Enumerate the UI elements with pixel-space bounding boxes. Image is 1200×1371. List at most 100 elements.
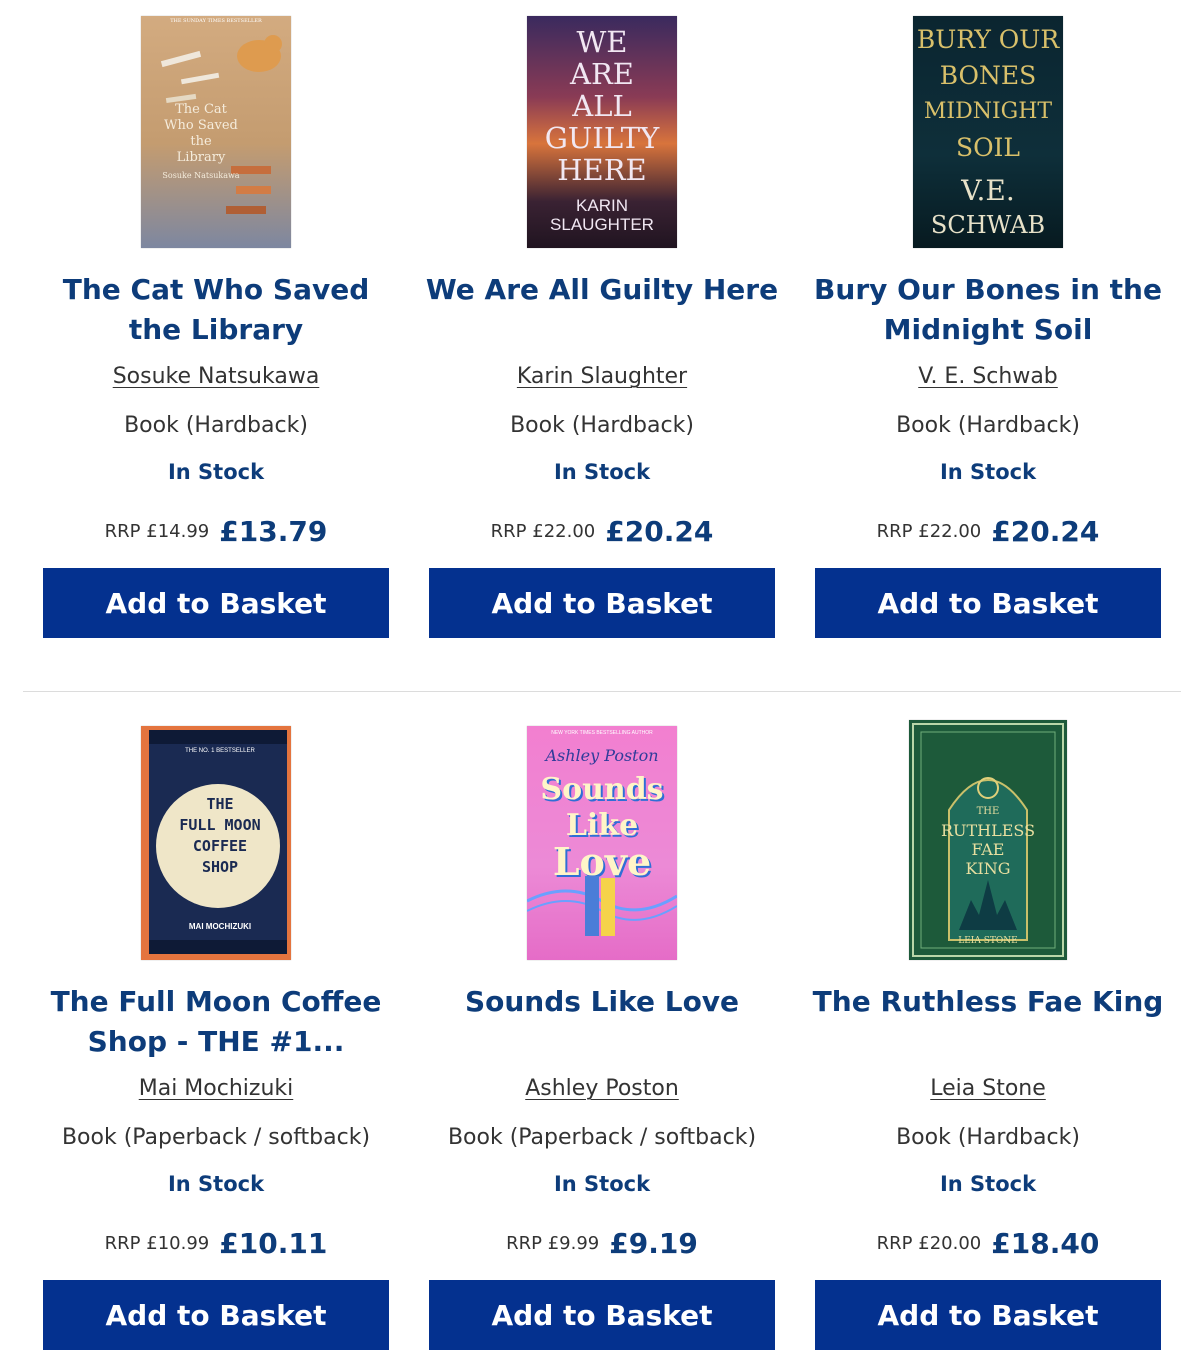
rrp-price: RRP £20.00	[876, 1233, 982, 1254]
product-format: Book (Paperback / softback)	[61, 1125, 371, 1150]
row-divider	[23, 691, 1181, 692]
cover-author-line: KARIN	[576, 196, 628, 215]
cover-title-line: the	[190, 134, 212, 149]
cover-title-line: BONES	[939, 61, 1037, 90]
product-format: Book (Hardback)	[896, 1125, 1080, 1150]
add-to-basket-button[interactable]: Add to Basket	[43, 568, 389, 638]
product-title[interactable]: The Cat Who Saved the Library	[33, 270, 399, 350]
book-cover-image[interactable]: NEW YORK TIMES BESTSELLING AUTHOR Ashley…	[527, 726, 677, 960]
product-format: Book (Paperback / softback)	[447, 1125, 757, 1150]
cover-title-line: THE	[206, 795, 234, 813]
author-link[interactable]: Ashley Poston	[525, 1076, 679, 1101]
author-link[interactable]: Karin Slaughter	[517, 364, 687, 389]
cover-title-line: KING	[965, 859, 1011, 878]
rrp-price: RRP £22.00	[876, 521, 982, 542]
stock-status: In Stock	[553, 460, 651, 484]
product-card: WE ARE ALL GUILTY HERE KARIN SLAUGHTER W…	[409, 0, 795, 650]
rrp-price: RRP £9.99	[506, 1233, 600, 1254]
book-cover-image[interactable]: THE SUNDAY TIMES BESTSELLER The Cat Who …	[141, 16, 291, 248]
cover-title-line: SOIL	[955, 133, 1021, 162]
cover-title-line: HERE	[557, 153, 647, 187]
price-block: RRP £9.99 £9.19	[409, 1227, 795, 1260]
cover-title-line: Library	[176, 150, 226, 165]
product-row: THE NO. 1 BESTSELLER THE FULL MOON COFFE…	[23, 712, 1181, 1362]
product-author: Mai Mochizuki	[23, 1076, 409, 1101]
product-title[interactable]: We Are All Guilty Here	[419, 270, 785, 310]
cover-title-line: BURY OUR	[916, 25, 1060, 54]
price-block: RRP £22.00 £20.24	[409, 515, 795, 548]
add-to-basket-button[interactable]: Add to Basket	[429, 568, 775, 638]
price-block: RRP £14.99 £13.79	[23, 515, 409, 548]
add-to-basket-button[interactable]: Add to Basket	[429, 1280, 775, 1350]
add-to-basket-button[interactable]: Add to Basket	[43, 1280, 389, 1350]
cover-author: Sosuke Natsukawa	[162, 171, 240, 180]
add-to-basket-button[interactable]: Add to Basket	[815, 568, 1161, 638]
book-cover-image[interactable]: THE NO. 1 BESTSELLER THE FULL MOON COFFE…	[141, 726, 291, 960]
cover-title-line: The Cat	[175, 102, 227, 117]
stock-status: In Stock	[939, 1172, 1037, 1196]
product-author: V. E. Schwab	[795, 364, 1181, 389]
product-author: Karin Slaughter	[409, 364, 795, 389]
cover-title-line: Who Saved	[164, 118, 238, 133]
price-block: RRP £20.00 £18.40	[795, 1227, 1181, 1260]
cover-author-line: SLAUGHTER	[550, 215, 654, 234]
cover-tagline: THE SUNDAY TIMES BESTSELLER	[170, 18, 262, 24]
sale-price: £20.24	[991, 515, 1100, 548]
book-cover-image[interactable]: BURY OUR BONES MIDNIGHT SOIL V.E. SCHWAB	[913, 16, 1063, 248]
product-title[interactable]: The Ruthless Fae King	[805, 982, 1171, 1022]
add-to-basket-button[interactable]: Add to Basket	[815, 1280, 1161, 1350]
product-title[interactable]: The Full Moon Coffee Shop - THE #1...	[33, 982, 399, 1062]
product-format: Book (Hardback)	[896, 413, 1080, 438]
price-block: RRP £22.00 £20.24	[795, 515, 1181, 548]
cover-author-line: V.E.	[961, 174, 1015, 207]
sale-price: £18.40	[991, 1227, 1100, 1260]
product-row: THE SUNDAY TIMES BESTSELLER The Cat Who …	[23, 0, 1181, 670]
author-link[interactable]: Sosuke Natsukawa	[113, 364, 320, 389]
rrp-price: RRP £14.99	[104, 521, 210, 542]
product-card: NEW YORK TIMES BESTSELLING AUTHOR Ashley…	[409, 712, 795, 1362]
sale-price: £9.19	[609, 1227, 698, 1260]
book-cover-image[interactable]: WE ARE ALL GUILTY HERE KARIN SLAUGHTER	[527, 16, 677, 248]
cover-title-line: FULL MOON	[179, 816, 261, 834]
author-link[interactable]: Mai Mochizuki	[139, 1076, 294, 1101]
product-author: Sosuke Natsukawa	[23, 364, 409, 389]
author-link[interactable]: V. E. Schwab	[918, 364, 1058, 389]
cover-illustration	[527, 876, 677, 936]
product-title[interactable]: Sounds Like Love	[419, 982, 785, 1022]
product-card: THE NO. 1 BESTSELLER THE FULL MOON COFFE…	[23, 712, 409, 1362]
cover-tagline: THE NO. 1 BESTSELLER	[185, 748, 255, 754]
book-cover-image[interactable]: THE RUTHLESS FAE KING LEIA STONE	[909, 720, 1067, 960]
cover-title-line: COFFEE	[192, 837, 248, 855]
cover-title-line: SHOP	[201, 858, 239, 876]
cover-title-line: MIDNIGHT	[923, 99, 1053, 124]
product-card: THE SUNDAY TIMES BESTSELLER The Cat Who …	[23, 0, 409, 650]
cover-title-line: GUILTY	[544, 121, 660, 155]
product-card: THE RUTHLESS FAE KING LEIA STONE The Rut…	[795, 712, 1181, 1362]
cover-title-line: ALL	[572, 89, 632, 123]
cover-title-line: FAE	[971, 840, 1005, 859]
sale-price: £13.79	[219, 515, 328, 548]
price-block: RRP £10.99 £10.11	[23, 1227, 409, 1260]
product-format: Book (Hardback)	[510, 413, 694, 438]
cover-author: LEIA STONE	[958, 936, 1018, 946]
stock-status: In Stock	[553, 1172, 651, 1196]
cover-author: MAI MOCHIZUKI	[188, 922, 252, 931]
rrp-price: RRP £10.99	[104, 1233, 210, 1254]
cover-title-line: RUTHLESS	[940, 821, 1036, 840]
sale-price: £10.11	[219, 1227, 328, 1260]
product-author: Leia Stone	[795, 1076, 1181, 1101]
cover-author-line: SCHWAB	[930, 211, 1046, 239]
product-author: Ashley Poston	[409, 1076, 795, 1101]
stock-status: In Stock	[167, 460, 265, 484]
sale-price: £20.24	[605, 515, 714, 548]
product-format: Book (Hardback)	[124, 413, 308, 438]
cover-title-line: WE	[576, 25, 628, 59]
product-card: BURY OUR BONES MIDNIGHT SOIL V.E. SCHWAB…	[795, 0, 1181, 650]
rrp-price: RRP £22.00	[490, 521, 596, 542]
product-grid: THE SUNDAY TIMES BESTSELLER The Cat Who …	[0, 0, 1200, 1350]
cover-title-line: ARE	[570, 57, 634, 91]
author-link[interactable]: Leia Stone	[930, 1076, 1046, 1101]
cover-title-line: THE	[976, 806, 1000, 817]
stock-status: In Stock	[939, 460, 1037, 484]
product-title[interactable]: Bury Our Bones in the Midnight Soil	[805, 270, 1171, 350]
